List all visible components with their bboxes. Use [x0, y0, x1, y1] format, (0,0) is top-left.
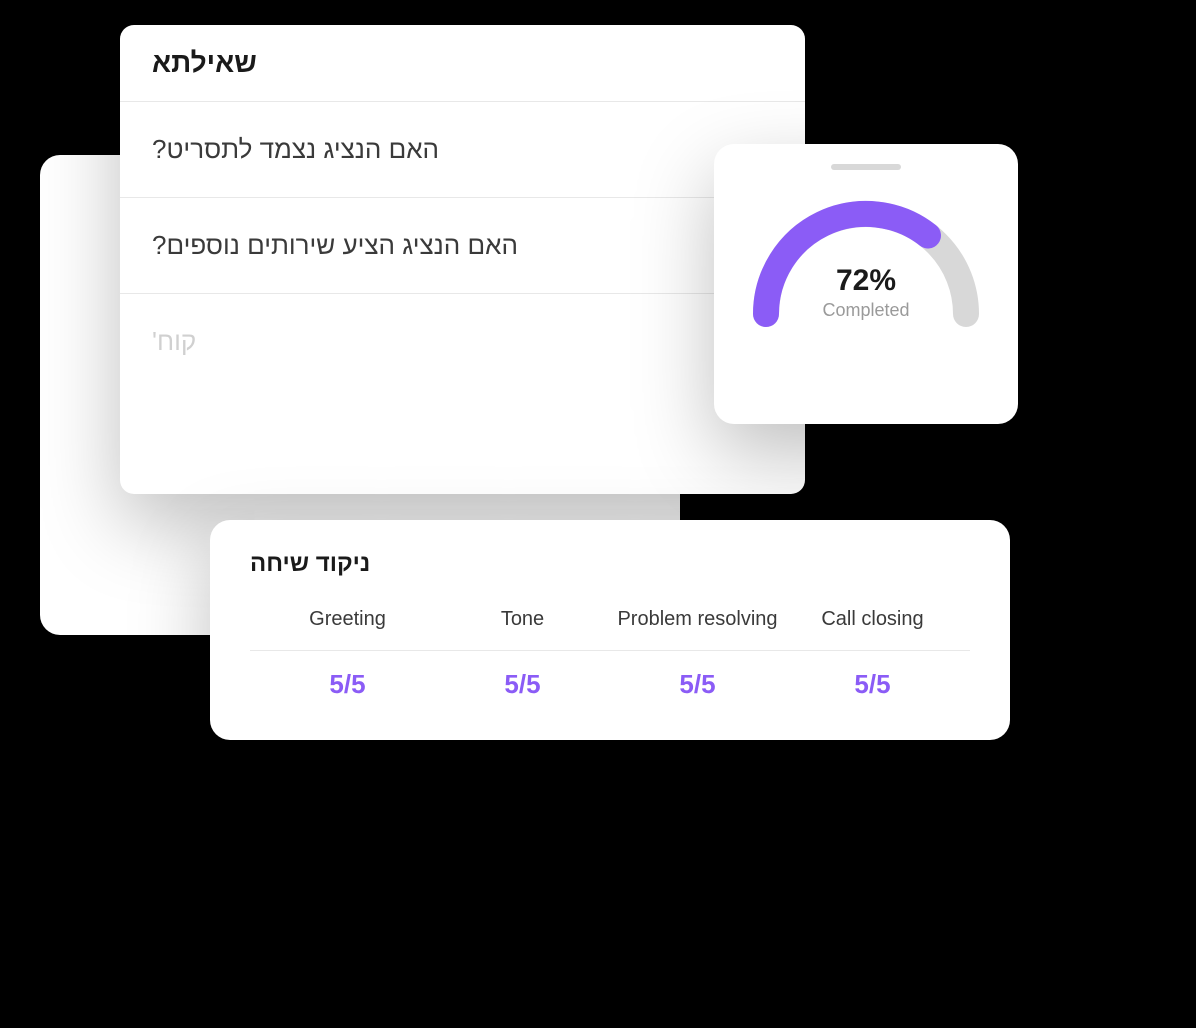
score-column-header: Tone	[435, 606, 610, 632]
gauge-text: 72% Completed	[822, 264, 909, 321]
drag-handle-icon[interactable]	[831, 164, 901, 170]
score-value: 5/5	[610, 669, 785, 700]
scores-table: Greeting Tone Problem resolving Call clo…	[250, 606, 970, 700]
conversation-score-card: ניקוד שיחה Greeting Tone Problem resolvi…	[210, 520, 1010, 740]
score-value: 5/5	[260, 669, 435, 700]
gauge-wrapper: 72% Completed	[746, 194, 986, 334]
score-column-header: Greeting	[260, 606, 435, 632]
question-item[interactable]: האם הנציג הציע שירותים נוספים?	[120, 198, 805, 294]
score-value: 5/5	[785, 669, 960, 700]
completion-gauge-card: 72% Completed	[714, 144, 1018, 424]
score-value: 5/5	[435, 669, 610, 700]
question-item-faded: קוח'	[120, 294, 805, 494]
questions-card: שאילתא האם הנציג נצמד לתסריט? האם הנציג …	[120, 25, 805, 494]
score-column-header: Problem resolving	[610, 606, 785, 632]
scores-value-row: 5/5 5/5 5/5 5/5	[250, 651, 970, 700]
questions-title: שאילתא	[152, 47, 773, 79]
question-item[interactable]: האם הנציג נצמד לתסריט?	[120, 102, 805, 198]
scores-title: ניקוד שיחה	[250, 550, 970, 578]
scores-header-row: Greeting Tone Problem resolving Call clo…	[250, 606, 970, 651]
gauge-label: Completed	[822, 300, 909, 321]
score-column-header: Call closing	[785, 606, 960, 632]
gauge-percent: 72%	[822, 264, 909, 298]
questions-header: שאילתא	[120, 25, 805, 102]
